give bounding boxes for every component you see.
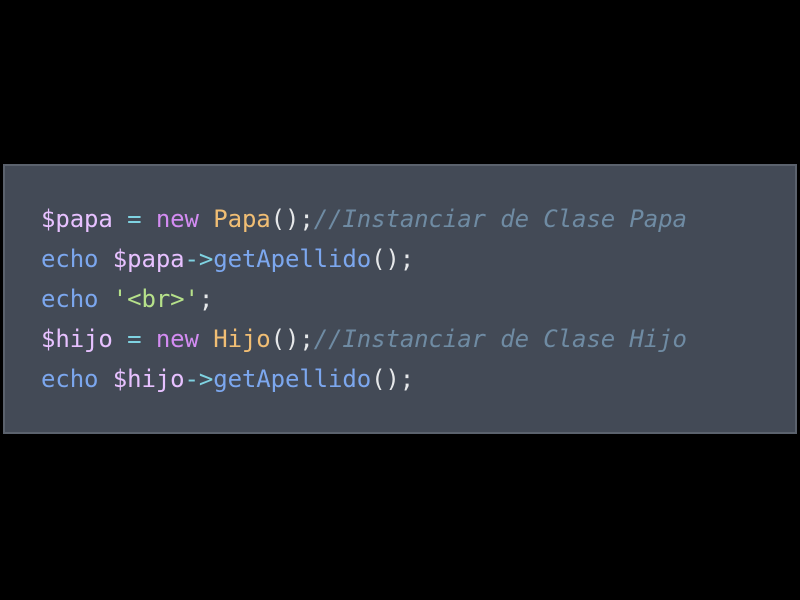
- code-token-default: [199, 205, 213, 233]
- code-token-comment: //Instanciar de Clase Hijo: [313, 325, 687, 353]
- code-token-keyword-new: new: [155, 205, 199, 233]
- code-token-keyword-new: new: [155, 325, 199, 353]
- code-token-keyword-echo: echo: [41, 245, 99, 273]
- code-token-punct: ();: [371, 365, 415, 393]
- code-token-default: [199, 325, 213, 353]
- code-token-operator: ->: [184, 365, 214, 393]
- code-token-punct: ();: [270, 325, 314, 353]
- code-snippet-panel: $papa = new Papa();//Instanciar de Clase…: [3, 164, 797, 434]
- code-token-punct: ();: [371, 245, 415, 273]
- code-token-operator: =: [127, 205, 142, 233]
- code-token-variable: $papa: [41, 205, 113, 233]
- code-token-variable: $papa: [112, 245, 185, 273]
- code-token-keyword-echo: echo: [41, 285, 99, 313]
- code-line: $hijo = new Hijo();//Instanciar de Clase…: [41, 319, 687, 359]
- code-token-class: Hijo: [213, 325, 271, 353]
- code-token-default: [98, 245, 112, 273]
- code-token-punct: ();: [270, 205, 314, 233]
- code-token-keyword-echo: echo: [41, 365, 99, 393]
- code-token-default: [113, 325, 127, 353]
- code-token-operator: ->: [184, 245, 214, 273]
- code-token-variable: $hijo: [41, 325, 113, 353]
- code-line: $papa = new Papa();//Instanciar de Clase…: [41, 199, 687, 239]
- code-line: echo $papa->getApellido();: [41, 239, 687, 279]
- code-token-variable: $hijo: [112, 365, 185, 393]
- code-block: $papa = new Papa();//Instanciar de Clase…: [41, 199, 687, 399]
- code-token-method: getApellido: [213, 365, 372, 393]
- code-token-default: [98, 285, 112, 313]
- code-token-string: '<br>': [112, 285, 199, 313]
- code-token-method: getApellido: [213, 245, 372, 273]
- code-line: echo $hijo->getApellido();: [41, 359, 687, 399]
- code-token-punct: ;: [198, 285, 214, 313]
- code-token-default: [113, 205, 127, 233]
- code-line: echo '<br>';: [41, 279, 687, 319]
- code-token-operator: =: [127, 325, 142, 353]
- code-token-class: Papa: [213, 205, 271, 233]
- code-token-default: [98, 365, 112, 393]
- code-token-comment: //Instanciar de Clase Papa: [313, 205, 687, 233]
- code-token-default: [141, 325, 155, 353]
- code-token-default: [141, 205, 155, 233]
